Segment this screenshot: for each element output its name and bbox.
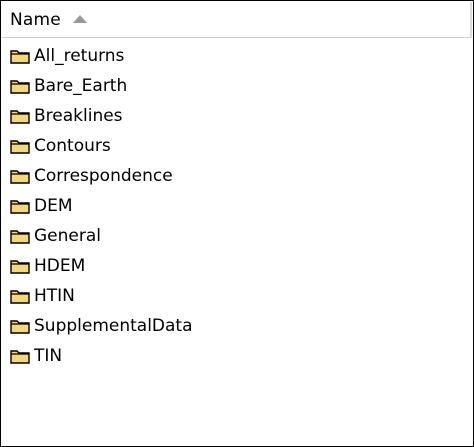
folder-icon — [10, 200, 30, 214]
folder-icon — [10, 320, 30, 334]
folder-icon — [10, 290, 30, 304]
folder-name: TIN — [34, 346, 63, 366]
folder-icon — [10, 230, 30, 244]
folder-name: Correspondence — [34, 166, 173, 186]
folder-name: Bare_Earth — [34, 76, 128, 96]
folder-icon — [10, 350, 30, 364]
sort-ascending-icon — [72, 14, 87, 23]
file-list-window: Name All_returns Bare_Earth Breaklines C… — [0, 0, 474, 447]
folder-icon — [10, 140, 30, 154]
folder-row-breaklines[interactable]: Breaklines — [2, 101, 472, 131]
folder-name: SupplementalData — [34, 316, 193, 336]
folder-row-all-returns[interactable]: All_returns — [2, 41, 472, 71]
folder-icon — [10, 170, 30, 184]
folder-name: HDEM — [34, 256, 86, 276]
folder-row-correspondence[interactable]: Correspondence — [2, 161, 472, 191]
folder-row-supplementaldata[interactable]: SupplementalData — [2, 311, 472, 341]
folder-name: HTIN — [34, 286, 75, 306]
folder-name: Breaklines — [34, 106, 123, 126]
folder-row-contours[interactable]: Contours — [2, 131, 472, 161]
folder-row-tin[interactable]: TIN — [2, 341, 472, 371]
folder-icon — [10, 110, 30, 124]
folder-icon — [10, 80, 30, 94]
folder-row-htin[interactable]: HTIN — [2, 281, 472, 311]
folder-row-general[interactable]: General — [2, 221, 472, 251]
folder-row-dem[interactable]: DEM — [2, 191, 472, 221]
folder-list: All_returns Bare_Earth Breaklines Contou… — [2, 41, 472, 371]
folder-icon — [10, 50, 30, 64]
folder-name: DEM — [34, 196, 73, 216]
name-column-header[interactable]: Name — [2, 2, 472, 38]
folder-name: All_returns — [34, 46, 125, 66]
folder-row-bare-earth[interactable]: Bare_Earth — [2, 71, 472, 101]
folder-row-hdem[interactable]: HDEM — [2, 251, 472, 281]
name-column-label: Name — [10, 9, 61, 30]
folder-name: Contours — [34, 136, 111, 156]
column-divider[interactable] — [470, 2, 472, 38]
folder-name: General — [34, 226, 101, 246]
folder-icon — [10, 260, 30, 274]
